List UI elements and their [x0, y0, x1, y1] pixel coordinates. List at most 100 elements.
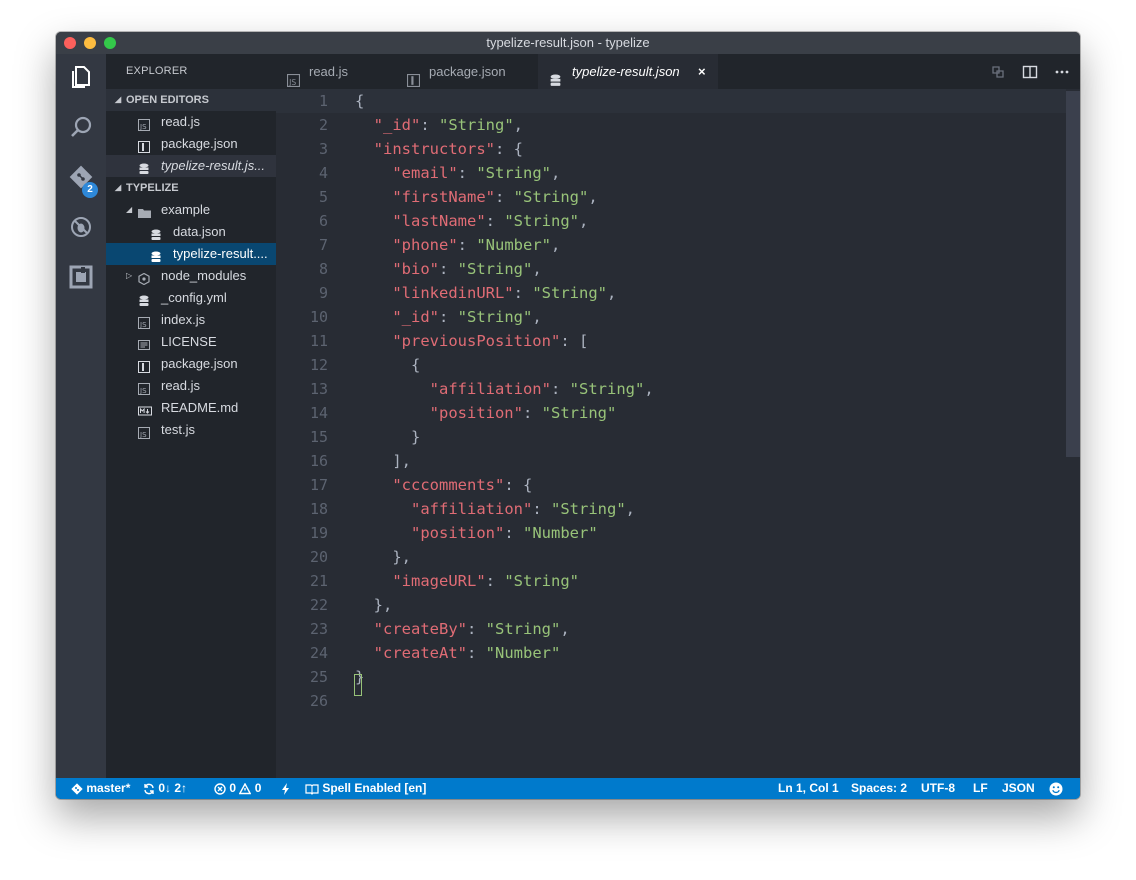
code-line[interactable]: "firstName": "String", — [355, 185, 597, 209]
tab-typelize-result-json[interactable]: typelize-result.json × — [538, 54, 718, 89]
explorer-activity-button[interactable] — [56, 54, 106, 104]
open-editor-item-read-js[interactable]: JS read.js — [106, 111, 276, 133]
git-branch-icon — [71, 781, 83, 795]
spell-check-status[interactable]: Spell Enabled [en] — [305, 778, 426, 799]
tree-item-read-js[interactable]: JS read.js — [106, 375, 276, 397]
extensions-activity-button[interactable] — [56, 254, 106, 304]
indentation-status[interactable]: Spaces: 2 — [851, 778, 907, 799]
code-line[interactable]: "phone": "Number", — [355, 233, 560, 257]
split-editor-icon[interactable] — [1022, 64, 1038, 80]
code-line[interactable]: "email": "String", — [355, 161, 560, 185]
package-file-icon — [407, 65, 420, 87]
code-line[interactable]: }, — [355, 545, 411, 569]
code-line[interactable]: ], — [355, 449, 411, 473]
source-control-activity-button[interactable]: 2 — [56, 154, 106, 204]
tree-item-readme-md[interactable]: README.md — [106, 397, 276, 419]
tree-item-node-modules[interactable]: ▷ node_modules — [106, 265, 276, 287]
punctuation — [355, 164, 392, 182]
json-key: "affiliation" — [411, 500, 533, 518]
punctuation: : — [439, 308, 458, 326]
punctuation: , — [644, 380, 654, 398]
js-file-icon: JS — [138, 424, 150, 439]
tree-item-config-yml[interactable]: _config.yml — [106, 287, 276, 309]
problems-status[interactable]: 0 0 — [214, 778, 261, 799]
json-value: "String" — [569, 380, 645, 398]
code-line[interactable]: "lastName": "String", — [355, 209, 588, 233]
punctuation — [355, 116, 374, 134]
lightning-icon[interactable] — [281, 778, 291, 799]
code-line[interactable]: "imageURL": "String" — [355, 569, 579, 593]
code-line[interactable]: "previousPosition": [ — [355, 329, 588, 353]
punctuation — [355, 572, 392, 590]
more-actions-icon[interactable] — [1054, 64, 1070, 80]
tree-item-index-js[interactable]: JS index.js — [106, 309, 276, 331]
json-value: "Number" — [485, 644, 561, 662]
node-icon — [138, 270, 150, 286]
code-line[interactable]: "position": "String" — [355, 401, 617, 425]
open-editor-item-typelize-result[interactable]: typelize-result.js... — [106, 155, 276, 177]
tree-item-license[interactable]: LICENSE — [106, 331, 276, 353]
code-line[interactable]: "affiliation": "String", — [355, 377, 654, 401]
json-key: "phone" — [392, 236, 458, 254]
json-value: "String" — [439, 116, 514, 134]
language-mode-status[interactable]: JSON — [1002, 778, 1035, 799]
code-line[interactable]: "linkedinURL": "String", — [355, 281, 616, 305]
eol-status[interactable]: LF — [973, 778, 988, 799]
punctuation: : — [439, 260, 458, 278]
tree-item-package-json[interactable]: package.json — [106, 353, 276, 375]
database-file-icon — [150, 226, 162, 240]
search-activity-button[interactable] — [56, 104, 106, 154]
punctuation: , — [532, 308, 542, 326]
code-line[interactable]: }, — [355, 593, 393, 617]
open-editor-item-package-json[interactable]: package.json — [106, 133, 276, 155]
code-editor[interactable]: 1 2 3 4 5 6 7 8 9 10 11 12 13 14 15 16 17 18 19 20 21 22 23 24 2… — [276, 89, 1080, 778]
tree-item-test-js[interactable]: JS test.js — [106, 419, 276, 441]
line-number: 24 — [309, 644, 328, 662]
json-key: "_id" — [392, 308, 439, 326]
line-number: 2 — [318, 116, 328, 134]
sync-status[interactable]: 0↓ 2↑ — [143, 778, 187, 799]
line-number: 14 — [309, 404, 328, 422]
code-line[interactable]: "createBy": "String", — [355, 617, 570, 641]
code-line[interactable]: "bio": "String", — [355, 257, 541, 281]
punctuation: : — [485, 572, 505, 590]
feedback-smiley-icon[interactable] — [1049, 778, 1063, 799]
code-line[interactable]: "affiliation": "String", — [355, 497, 635, 521]
json-key: "position" — [429, 404, 523, 422]
open-changes-icon[interactable] — [990, 64, 1006, 80]
code-line[interactable]: { — [355, 353, 420, 377]
json-value: "String" — [513, 188, 589, 206]
branch-status[interactable]: master* — [71, 778, 130, 799]
tab-package-json[interactable]: package.json — [396, 54, 538, 89]
encoding-status[interactable]: UTF-8 — [921, 778, 955, 799]
cursor-position-status[interactable]: Ln 1, Col 1 — [778, 778, 839, 799]
database-file-icon — [549, 65, 562, 86]
open-editors-section-header[interactable]: ◢ OPEN EDITORS — [106, 89, 276, 111]
json-value: "String" — [551, 500, 626, 518]
project-section-header[interactable]: ◢ TYPELIZE — [106, 177, 276, 199]
tab-read-js[interactable]: JS read.js — [276, 54, 396, 89]
code-line[interactable]: "cccomments": { — [355, 473, 532, 497]
js-file-icon: JS — [138, 116, 150, 131]
code-line[interactable]: "position": "Number" — [355, 521, 598, 545]
tree-item-example-folder[interactable]: ◢ example — [106, 199, 276, 221]
tree-item-typelize-result[interactable]: typelize-result.... — [106, 243, 276, 265]
punctuation — [355, 380, 430, 398]
debug-activity-button[interactable] — [56, 204, 106, 254]
text-cursor — [354, 674, 362, 696]
title-bar: typelize-result.json - typelize — [56, 32, 1080, 54]
code-line[interactable]: "_id": "String", — [355, 305, 542, 329]
punctuation: , — [513, 116, 524, 134]
scrollbar-thumb[interactable] — [1066, 91, 1080, 457]
code-line[interactable]: "_id": "String", — [355, 113, 523, 137]
code-line[interactable]: "instructors": { — [355, 137, 523, 161]
punctuation: : — [504, 524, 523, 542]
svg-text:JS: JS — [288, 78, 296, 87]
close-tab-icon[interactable]: × — [698, 54, 706, 89]
code-line[interactable]: } — [355, 425, 420, 449]
tree-item-data-json[interactable]: data.json — [106, 221, 276, 243]
markdown-file-icon — [138, 402, 152, 416]
code-line[interactable]: { — [355, 89, 364, 113]
punctuation: : { — [495, 140, 523, 158]
code-line[interactable]: "createAt": "Number" — [355, 641, 561, 665]
